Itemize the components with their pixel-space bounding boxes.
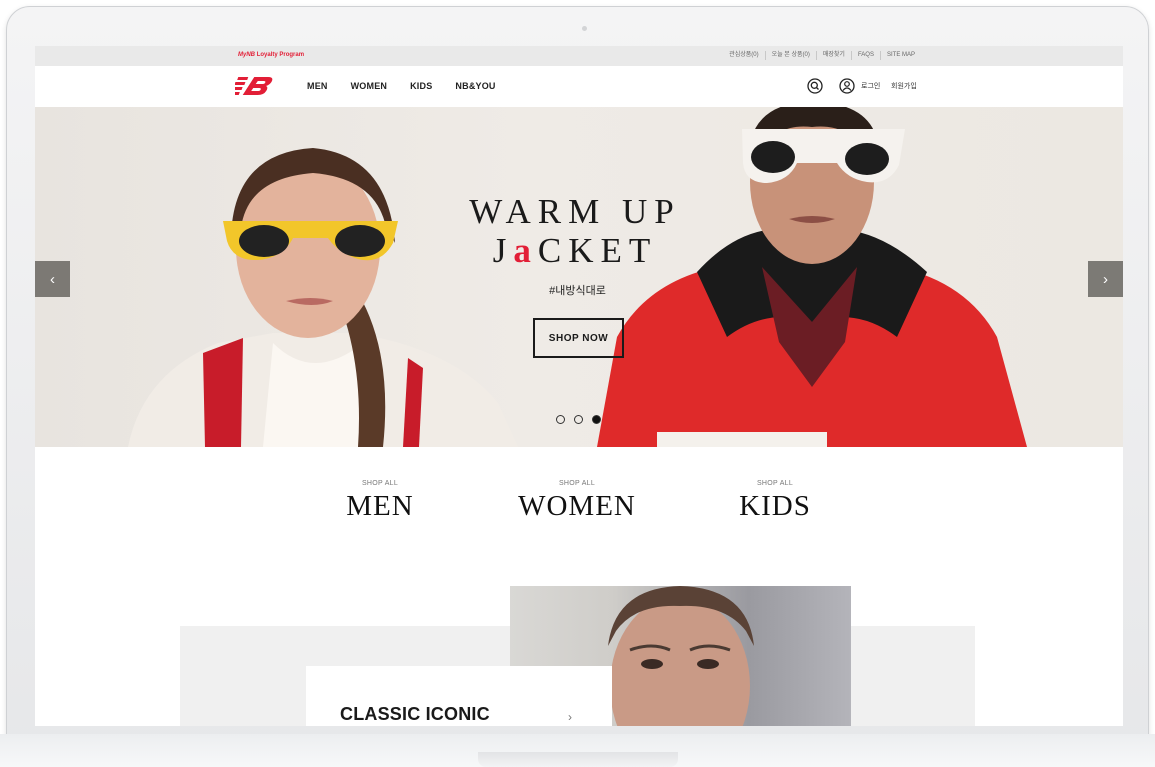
shop-all-women-label: SHOP ALL (558, 480, 596, 487)
browser-screen: MyNB Loyalty Program 관심상품(0) 오늘 본 상품(0) … (35, 46, 1123, 726)
nav-item-kids[interactable]: KIDS (410, 81, 432, 91)
shop-all-kids[interactable]: SHOP ALL KIDS (735, 480, 815, 523)
nb-logo-icon[interactable] (235, 75, 273, 97)
carousel-dot-2[interactable] (574, 415, 583, 424)
hero-headline-line2: JaCKET (445, 231, 705, 271)
chevron-right-icon[interactable]: › (568, 710, 572, 724)
shop-all-women[interactable]: SHOP ALL WOMEN (517, 480, 637, 523)
hero-line2-suffix: CKET (537, 231, 658, 270)
shop-all-men[interactable]: SHOP ALL MEN (345, 480, 415, 523)
hero-prev-button[interactable]: ‹ (35, 261, 70, 297)
loyalty-prefix: MyNB (238, 52, 256, 58)
hero-line2-accent: a (513, 231, 538, 270)
loyalty-program-link[interactable]: MyNB Loyalty Program (238, 52, 304, 58)
laptop-notch (478, 752, 678, 767)
carousel-dot-3[interactable] (592, 415, 601, 424)
hero-headline: WARM UP JaCKET (445, 193, 705, 271)
hero-line2-prefix: J (492, 231, 514, 270)
feature-title: CLASSIC ICONIC (340, 704, 490, 724)
faqs-link[interactable]: FAQS (850, 51, 880, 60)
recently-viewed-link[interactable]: 오늘 본 상품(0) (764, 51, 816, 60)
carousel-dots (556, 415, 601, 424)
shop-all-kids-label: SHOP ALL (756, 480, 794, 487)
shop-all-men-title: MEN (346, 490, 414, 522)
hero-banner: ‹ › WARM UP JaCKET #내방식대로 SHOP NOW (35, 107, 1123, 447)
loyalty-label: Loyalty Program (256, 52, 305, 58)
hero-hashtag: #내방식대로 (549, 285, 606, 297)
nav-item-women[interactable]: WOMEN (351, 81, 388, 91)
utility-bar: MyNB Loyalty Program 관심상품(0) 오늘 본 상품(0) … (35, 46, 1123, 66)
store-finder-link[interactable]: 매장찾기 (815, 51, 851, 60)
shop-all-kids-title: KIDS (739, 490, 811, 522)
nav-item-nbyou[interactable]: NB&YOU (455, 81, 495, 91)
feature-card[interactable]: CLASSIC ICONIC › (306, 666, 612, 726)
login-link[interactable]: 로그인 (861, 81, 880, 91)
main-nav: MEN WOMEN KIDS NB&YOU 로그인 회원가입 (35, 66, 1123, 106)
carousel-dot-1[interactable] (556, 415, 565, 424)
primary-nav-items: MEN WOMEN KIDS NB&YOU (307, 81, 496, 91)
shop-all-women-title: WOMEN (518, 490, 636, 522)
camera-dot (582, 26, 587, 31)
hero-headline-line1: WARM UP (469, 192, 681, 231)
site-map-link[interactable]: SITE MAP (879, 51, 921, 60)
hero-next-button[interactable]: › (1088, 261, 1123, 297)
search-icon[interactable] (807, 78, 823, 94)
utility-links: 관심상품(0) 오늘 본 상품(0) 매장찾기 FAQS SITE MAP (723, 51, 921, 60)
hero-model-right-image (597, 107, 1027, 447)
shop-now-button[interactable]: SHOP NOW (533, 318, 624, 358)
user-icon[interactable] (839, 78, 855, 94)
wishlist-link[interactable]: 관심상품(0) (723, 51, 764, 60)
hero-model-left-image (128, 148, 518, 447)
signup-link[interactable]: 회원가입 (891, 81, 917, 91)
shop-all-men-label: SHOP ALL (361, 480, 399, 487)
nav-item-men[interactable]: MEN (307, 81, 328, 91)
